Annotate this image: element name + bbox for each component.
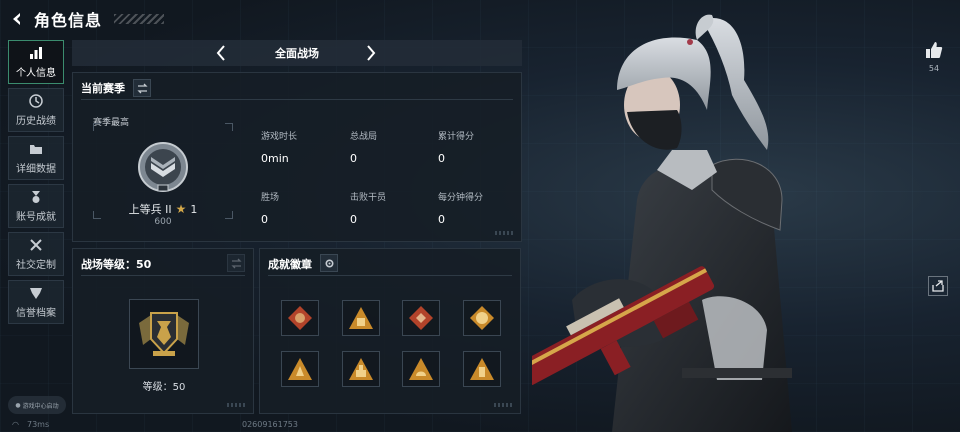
stat-value: 0 xyxy=(350,213,357,226)
left-nav: 个人信息 历史战绩 详细数据 账号成就 社交定制 信誉档案 xyxy=(8,40,64,328)
rank-score: 600 xyxy=(154,217,172,227)
mode-label: 全面战场 xyxy=(275,47,319,60)
battle-level-panel: 战场等级：50 等级：50 xyxy=(72,248,254,414)
level-label: 等级：50 xyxy=(142,382,186,393)
nav-item-label: 个人信息 xyxy=(16,68,56,79)
achievement-badge[interactable] xyxy=(463,300,501,336)
rank-info: 上等兵 II ★ 1 xyxy=(73,201,253,217)
battle-level-title: 战场等级：50 xyxy=(81,258,152,271)
gear-icon[interactable] xyxy=(320,254,338,272)
nav-item-label: 详细数据 xyxy=(16,164,56,175)
achievement-badge[interactable] xyxy=(342,351,380,387)
stat-label: 总战局 xyxy=(350,132,378,142)
chevron-right-icon[interactable] xyxy=(362,44,380,62)
game-center-label: 游戏中心启动 xyxy=(22,402,59,410)
stat-matches: 总战局 0 xyxy=(350,129,377,165)
swap-icon[interactable] xyxy=(227,254,245,272)
stat-kills: 击败干员 0 xyxy=(350,190,386,226)
back-arrow-icon[interactable] xyxy=(8,10,26,28)
season-title: 当前赛季 xyxy=(81,82,125,95)
season-panel: 当前赛季 赛季最高 上等兵 II ★ 1 600 游戏时长 0min 总战局 0… xyxy=(72,72,522,242)
game-center-button[interactable]: ● 游戏中心启动 xyxy=(8,396,66,414)
tools-icon xyxy=(28,237,44,253)
stat-score: 累计得分 0 xyxy=(438,129,474,165)
nav-item-label: 历史战绩 xyxy=(16,116,56,127)
stat-value: 0 xyxy=(261,213,268,226)
share-icon[interactable] xyxy=(928,276,948,296)
nav-item-achievements[interactable]: 账号成就 xyxy=(8,184,64,228)
user-id: 02609161753 xyxy=(242,420,298,429)
stat-label: 击败干员 xyxy=(350,193,387,203)
achievement-badge[interactable] xyxy=(342,300,380,336)
stat-value: 0min xyxy=(261,152,289,165)
achievement-badge[interactable] xyxy=(402,300,440,336)
nav-item-social[interactable]: 社交定制 xyxy=(8,232,64,276)
divider xyxy=(81,99,513,100)
nav-item-label: 信誉档案 xyxy=(16,308,56,319)
panel-corner-decoration xyxy=(494,403,514,407)
folder-icon xyxy=(28,141,44,157)
frame-corner xyxy=(93,123,101,131)
level-emblem-icon xyxy=(139,312,189,356)
achievement-badge[interactable] xyxy=(402,351,440,387)
stat-score-per-minute: 每分钟得分 0 xyxy=(438,190,483,226)
clock-icon xyxy=(28,93,44,109)
nav-item-reputation[interactable]: 信誉档案 xyxy=(8,280,64,324)
rank-stars: 1 xyxy=(190,202,198,216)
achievements-panel: 成就徽章 xyxy=(259,248,521,414)
nav-item-label: 账号成就 xyxy=(16,212,56,223)
stat-label: 累计得分 xyxy=(438,132,475,142)
achievements-title: 成就徽章 xyxy=(268,258,312,271)
stat-label: 游戏时长 xyxy=(261,132,298,142)
rank-emblem-icon xyxy=(138,142,188,192)
stat-label: 每分钟得分 xyxy=(438,193,484,203)
achievement-badge[interactable] xyxy=(463,351,501,387)
divider xyxy=(268,275,512,276)
stat-playtime: 游戏时长 0min xyxy=(261,129,297,165)
stat-value: 0 xyxy=(438,213,445,226)
medal-icon xyxy=(28,189,44,205)
panel-corner-decoration xyxy=(227,403,247,407)
nav-item-profile[interactable]: 个人信息 xyxy=(8,40,64,84)
character-portrait xyxy=(532,14,792,432)
frame-corner xyxy=(225,123,233,131)
like-count: 54 xyxy=(928,64,940,73)
divider xyxy=(81,275,245,276)
page-header: 角色信息 xyxy=(8,6,165,32)
achievement-badge[interactable] xyxy=(281,300,319,336)
swap-icon[interactable] xyxy=(133,79,151,97)
header-decoration xyxy=(114,14,165,24)
stat-wins: 胜场 0 xyxy=(261,190,279,226)
status-footer: ◠ 73ms 02609161753 xyxy=(12,420,298,429)
chevron-left-icon[interactable] xyxy=(212,44,230,62)
star-icon: ★ xyxy=(175,202,187,216)
bar-chart-icon xyxy=(28,45,44,61)
rank-name: 上等兵 II xyxy=(128,203,172,216)
stat-value: 0 xyxy=(438,152,445,165)
mode-selector: 全面战场 xyxy=(72,40,522,66)
nav-item-label: 社交定制 xyxy=(16,260,56,271)
page-title: 角色信息 xyxy=(34,11,103,30)
level-emblem-frame xyxy=(129,299,199,369)
thumbs-up-icon[interactable] xyxy=(924,40,944,60)
ping-value: 73ms xyxy=(26,420,50,429)
wifi-icon: ◠ xyxy=(12,420,19,429)
stat-label: 胜场 xyxy=(261,193,280,203)
panel-corner-decoration xyxy=(495,231,515,235)
achievement-badge[interactable] xyxy=(281,351,319,387)
nav-item-details[interactable]: 详细数据 xyxy=(8,136,64,180)
nav-item-history[interactable]: 历史战绩 xyxy=(8,88,64,132)
shield-icon xyxy=(28,285,44,301)
user-icon: ● xyxy=(15,401,21,409)
stat-value: 0 xyxy=(350,152,357,165)
